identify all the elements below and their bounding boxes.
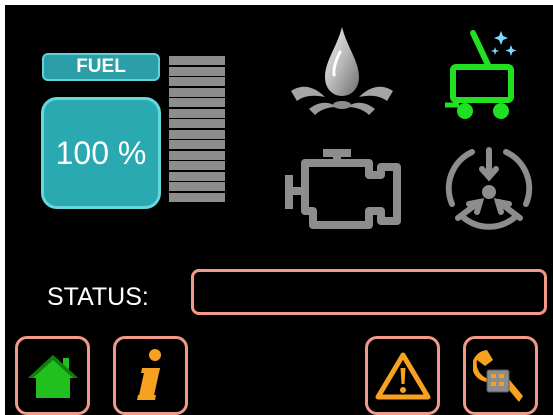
fuel-gauge-segment: [169, 182, 225, 191]
fuel-gauge-segment: [169, 109, 225, 118]
home-button[interactable]: [15, 336, 90, 415]
status-label: STATUS:: [47, 283, 149, 311]
settings-button[interactable]: [463, 336, 538, 415]
fuel-gauge-segment: [169, 172, 225, 181]
fuel-gauge-segment: [169, 130, 225, 139]
fuel-gauge-segment: [169, 119, 225, 128]
fuel-gauge-segment: [169, 56, 225, 65]
fuel-gauge-segment: [169, 193, 225, 202]
warning-icon: [375, 352, 430, 399]
fuel-gauge-segment: [169, 77, 225, 86]
check-engine-icon: [285, 145, 405, 231]
service-sensor-icon: [442, 142, 536, 236]
fuel-label: FUEL: [42, 53, 160, 81]
oil-drop-icon: [287, 25, 397, 117]
status-field: [191, 269, 547, 315]
fuel-gauge-segment: [169, 151, 225, 160]
cleaning-machine-icon: [443, 27, 521, 127]
warning-button[interactable]: [365, 336, 440, 415]
wrench-settings-icon: [472, 349, 523, 402]
fuel-gauge-segment: [169, 88, 225, 97]
fuel-gauge-segment: [169, 67, 225, 76]
fuel-level-display: 100 %: [41, 97, 161, 209]
fuel-gauge-segment: [169, 98, 225, 107]
screen: FUEL 100 % STATUS:: [5, 5, 553, 415]
fuel-gauge-segment: [169, 161, 225, 170]
info-icon: [136, 348, 161, 400]
info-button[interactable]: [113, 336, 188, 415]
fuel-level-gauge: [169, 55, 225, 202]
fuel-gauge-segment: [169, 140, 225, 149]
home-icon: [27, 354, 78, 398]
